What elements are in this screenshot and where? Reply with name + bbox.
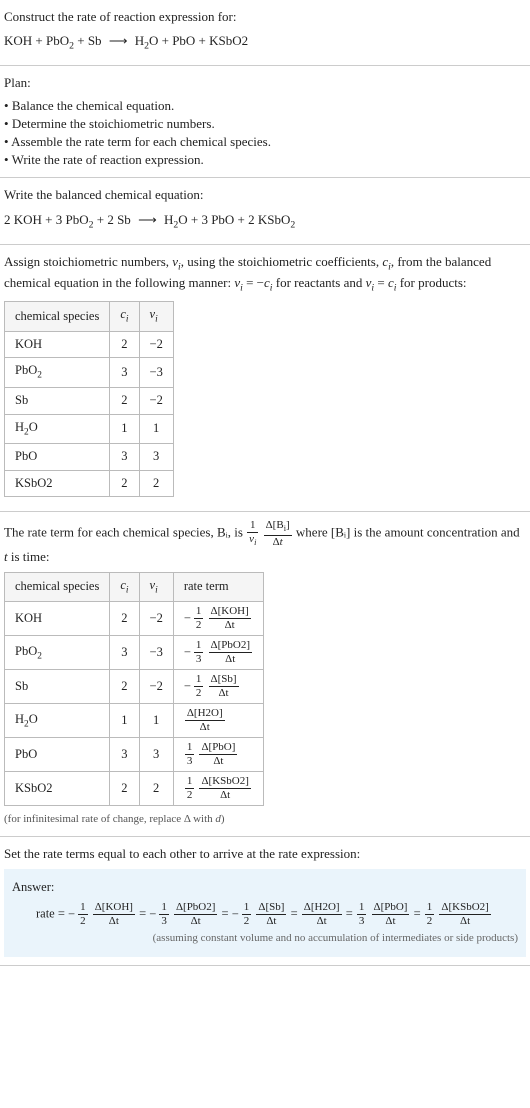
table-row: KSbO222 — [5, 470, 174, 497]
col-ci: ci — [110, 572, 139, 602]
plan-section: Plan: Balance the chemical equation. Det… — [0, 66, 530, 178]
answer-assumption: (assuming constant volume and no accumul… — [12, 931, 518, 946]
plan-item: Balance the chemical equation. — [4, 97, 526, 115]
table-row: KOH 2 −2 −12 Δ[KOH]Δt — [5, 602, 264, 636]
balanced-section: Write the balanced chemical equation: 2 … — [0, 178, 530, 244]
frac-dBi-dt: Δ[Bi]Δt — [264, 520, 292, 547]
plan-item: Assemble the rate term for each chemical… — [4, 133, 526, 151]
rate-terms-table: chemical species ci νi rate term KOH 2 −… — [4, 572, 264, 807]
final-section: Set the rate terms equal to each other t… — [0, 837, 530, 966]
frac-1-over-vi: 1νi — [247, 520, 258, 547]
table-row: H2O11 — [5, 414, 174, 444]
table-row: KSbO2 2 2 12 Δ[KSbO2]Δt — [5, 772, 264, 806]
table-row: PbO2 3 −3 −13 Δ[PbO2]Δt — [5, 636, 264, 670]
col-vi: νi — [139, 302, 173, 332]
table-row: Sb2−2 — [5, 388, 174, 415]
intro-section: Construct the rate of reaction expressio… — [0, 0, 530, 66]
stoich-intro: Assign stoichiometric numbers, νi, using… — [4, 253, 526, 295]
answer-label: Answer: — [12, 879, 518, 897]
table-row: Sb 2 −2 −12 Δ[Sb]Δt — [5, 670, 264, 704]
table-row: KOH2−2 — [5, 331, 174, 358]
plan-item: Write the rate of reaction expression. — [4, 151, 526, 169]
col-species: chemical species — [5, 572, 110, 602]
plan-heading: Plan: — [4, 74, 526, 92]
answer-box: Answer: rate = −12 Δ[KOH]Δt = −13 Δ[PbO2… — [4, 869, 526, 957]
rate-expression: rate = −12 Δ[KOH]Δt = −13 Δ[PbO2]Δt = −1… — [12, 902, 518, 927]
table-header-row: chemical species ci νi — [5, 302, 174, 332]
plan-list: Balance the chemical equation. Determine… — [4, 97, 526, 170]
balanced-equation: 2 KOH + 3 PbO2 + 2 Sb ⟶ H2O + 3 PbO + 2 … — [4, 211, 526, 232]
col-vi: νi — [139, 572, 173, 602]
col-rate-term: rate term — [173, 572, 263, 602]
balanced-heading: Write the balanced chemical equation: — [4, 186, 526, 204]
stoich-table: chemical species ci νi KOH2−2 PbO23−3 Sb… — [4, 301, 174, 497]
final-heading: Set the rate terms equal to each other t… — [4, 845, 526, 863]
unbalanced-equation: KOH + PbO2 + Sb ⟶ H2O + PbO + KSbO2 — [4, 32, 526, 53]
table-header-row: chemical species ci νi rate term — [5, 572, 264, 602]
table-row: PbO 3 3 13 Δ[PbO]Δt — [5, 738, 264, 772]
table-row: PbO33 — [5, 444, 174, 471]
rate-terms-section: The rate term for each chemical species,… — [0, 512, 530, 837]
col-ci: ci — [110, 302, 139, 332]
rate-terms-footnote: (for infinitesimal rate of change, repla… — [4, 812, 526, 827]
table-row: H2O 1 1 Δ[H2O]Δt — [5, 704, 264, 738]
rate-terms-intro: The rate term for each chemical species,… — [4, 520, 526, 566]
table-row: PbO23−3 — [5, 358, 174, 388]
stoich-section: Assign stoichiometric numbers, νi, using… — [0, 245, 530, 512]
col-species: chemical species — [5, 302, 110, 332]
plan-item: Determine the stoichiometric numbers. — [4, 115, 526, 133]
construct-prompt: Construct the rate of reaction expressio… — [4, 8, 526, 26]
